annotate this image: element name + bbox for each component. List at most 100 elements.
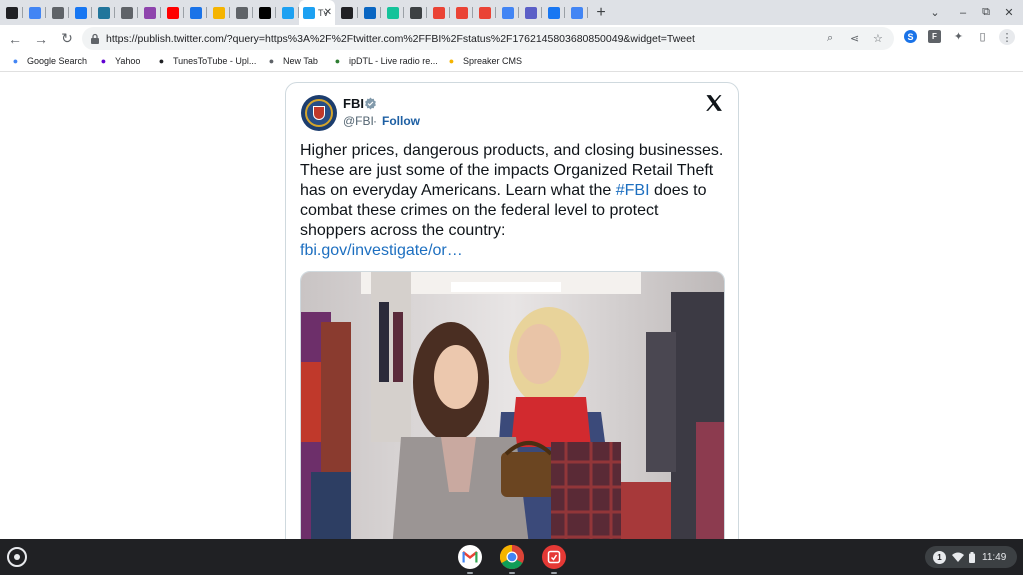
browser-tab[interactable] — [46, 0, 69, 25]
wordpress-icon — [97, 6, 110, 19]
menu-icon[interactable]: ⋮ — [999, 29, 1015, 45]
browser-tab[interactable] — [473, 0, 496, 25]
fbi-avatar[interactable] — [301, 95, 337, 131]
screencast-icon[interactable] — [542, 545, 566, 574]
tab-search-icon[interactable]: ⌄ — [928, 0, 942, 25]
tunestotube-icon: ● — [158, 55, 165, 66]
podcast-icon — [5, 6, 18, 19]
tweet-photo[interactable] — [300, 271, 725, 551]
linkedin-icon — [363, 6, 376, 19]
side-panel-icon[interactable]: ▯ — [976, 30, 989, 43]
close-window-icon[interactable]: ✕ — [1002, 0, 1016, 25]
status-area[interactable]: 1 11:49 — [925, 546, 1017, 568]
chrome-icon[interactable] — [500, 545, 524, 574]
browser-tab[interactable] — [69, 0, 92, 25]
address-bar[interactable]: https://publish.twitter.com/?query=https… — [82, 27, 894, 50]
chrome-icon — [51, 6, 64, 19]
browser-tab[interactable] — [230, 0, 253, 25]
browser-tab[interactable] — [207, 0, 230, 25]
back-button[interactable]: ← — [4, 28, 26, 50]
follow-link[interactable]: Follow — [382, 114, 420, 128]
notification-count[interactable]: 1 — [933, 550, 946, 564]
gmail-icon — [455, 6, 468, 19]
forward-button[interactable]: → — [30, 28, 52, 50]
podcast-icon — [340, 6, 353, 19]
twitter-icon — [281, 6, 294, 19]
twitter-icon — [303, 6, 315, 19]
browser-tab[interactable] — [358, 0, 381, 25]
zoom-icon[interactable]: ⌕ — [827, 32, 833, 45]
author-handle[interactable]: @FBI — [343, 114, 374, 128]
url-text: https://publish.twitter.com/?query=https… — [106, 32, 695, 45]
author-name[interactable]: FBI — [343, 96, 364, 111]
browser-tab[interactable] — [161, 0, 184, 25]
browser-tab[interactable] — [0, 0, 23, 25]
share-icon[interactable]: ⋖ — [850, 32, 859, 45]
extensions-puzzle-icon[interactable]: ✦ — [952, 30, 965, 43]
browser-tab[interactable] — [115, 0, 138, 25]
ipdtl-icon: ● — [334, 55, 341, 66]
bookmark-label: Google Search — [27, 55, 88, 66]
browser-tab[interactable] — [92, 0, 115, 25]
restore-icon[interactable]: ⧉ — [979, 0, 993, 25]
bookmark-label: New Tab — [283, 55, 318, 66]
launcher-button[interactable] — [7, 547, 27, 567]
wifi-icon — [952, 552, 964, 562]
browser-tab[interactable] — [335, 0, 358, 25]
extension-f-icon[interactable]: F — [928, 30, 941, 43]
article-link[interactable]: fbi.gov/investigate/or… — [300, 242, 463, 259]
bookmark-label: Yahoo — [115, 55, 141, 66]
bookmark-label: TunesToTube - Upl... — [173, 55, 257, 66]
bookmarks-bar: ● Google Search ● Yahoo ● TunesToTube - Upl..… — [0, 52, 1023, 72]
browser-tab[interactable] — [542, 0, 565, 25]
bookmark-item[interactable]: ● New Tab — [266, 55, 318, 66]
shopping-scene-photo — [301, 272, 724, 551]
new-tab-button[interactable]: + — [588, 0, 614, 25]
spreaker-icon: ● — [448, 55, 455, 66]
bookmark-item[interactable]: ● Yahoo — [98, 55, 141, 66]
browser-tab[interactable] — [381, 0, 404, 25]
grammarly-icon — [386, 6, 399, 19]
bookmark-item[interactable]: ● TunesToTube - Upl... — [156, 55, 257, 66]
x-logo-icon[interactable] — [704, 93, 724, 113]
browser-tab[interactable] — [565, 0, 588, 25]
browser-tab[interactable] — [184, 0, 207, 25]
x-icon — [258, 6, 271, 19]
browser-tab[interactable]: Tv ✕ — [299, 0, 335, 25]
handle-separator: · — [373, 114, 377, 128]
browser-tab[interactable] — [23, 0, 46, 25]
browser-tab[interactable] — [519, 0, 542, 25]
bookmark-item[interactable]: ● Spreaker CMS — [446, 55, 522, 66]
hashtag-link[interactable]: #FBI — [616, 182, 650, 199]
google-icon — [28, 6, 41, 19]
skype-extension-icon[interactable]: S — [904, 30, 917, 43]
reload-button[interactable]: ↻ — [56, 28, 78, 50]
tweet-card: FBI @FBI · Follow Higher prices, dangero… — [285, 82, 739, 552]
bookmark-label: Spreaker CMS — [463, 55, 523, 66]
google-icon: ● — [12, 55, 19, 66]
battery-icon — [969, 551, 975, 563]
bookmark-star-icon[interactable]: ☆ — [873, 32, 883, 45]
close-tab-icon[interactable]: ✕ — [324, 7, 332, 18]
gmail-icon — [478, 6, 491, 19]
browser-tab[interactable] — [450, 0, 473, 25]
bookmark-label: ipDTL - Live radio re... — [349, 55, 438, 66]
browser-tab[interactable] — [496, 0, 519, 25]
fbi-seal-icon — [305, 99, 333, 127]
browser-tab[interactable] — [404, 0, 427, 25]
browser-tab[interactable] — [276, 0, 299, 25]
chrome-icon — [120, 6, 133, 19]
browser-tab[interactable] — [138, 0, 161, 25]
taskbar: 1 11:49 — [0, 539, 1023, 575]
gmail-icon[interactable] — [458, 545, 482, 574]
google-icon — [501, 6, 514, 19]
tweet-text: Higher prices, dangerous products, and c… — [300, 141, 728, 261]
browser-tab[interactable] — [427, 0, 450, 25]
facebook-icon — [547, 6, 560, 19]
bookmark-item[interactable]: ● Google Search — [10, 55, 87, 66]
minimize-icon[interactable]: – — [956, 0, 970, 25]
google-icon — [570, 6, 583, 19]
browser-toolbar: ← → ↻ https://publish.twitter.com/?query… — [0, 25, 1023, 52]
browser-tab[interactable] — [253, 0, 276, 25]
bookmark-item[interactable]: ● ipDTL - Live radio re... — [332, 55, 438, 66]
